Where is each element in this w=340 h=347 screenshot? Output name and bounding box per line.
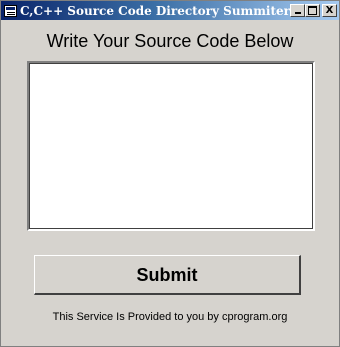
close-button[interactable]: X [322,4,337,17]
footer-text: This Service Is Provided to you by cprog… [52,311,288,323]
source-code-input[interactable] [27,61,315,231]
close-icon: X [325,5,334,16]
title-bar[interactable]: C,C++ Source Code Directory Summiter X [1,1,339,20]
minimize-button[interactable] [290,4,305,17]
app-icon[interactable] [4,4,17,17]
maximize-button[interactable] [305,4,320,17]
window-title: C,C++ Source Code Directory Summiter [19,3,290,18]
minimize-icon [294,12,301,14]
maximize-icon [308,6,317,15]
app-window: C,C++ Source Code Directory Summiter X W… [0,0,340,347]
window-controls: X [290,4,337,17]
page-heading: Write Your Source Code Below [46,31,294,51]
submit-button[interactable]: Submit [34,255,301,295]
